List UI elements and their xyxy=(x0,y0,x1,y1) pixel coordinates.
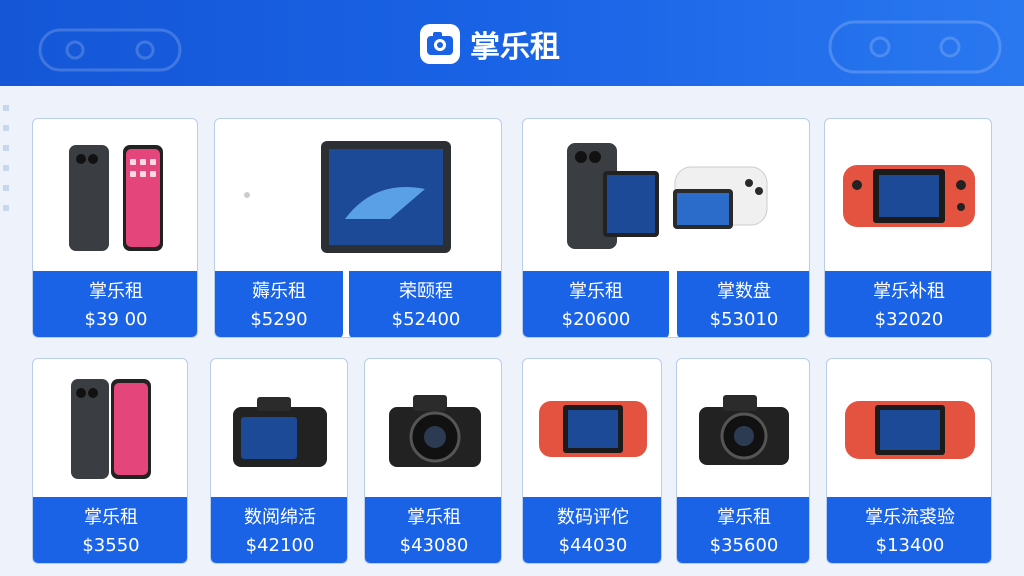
price-tile: 掌乐租 $20600 xyxy=(523,271,669,337)
product-price: $39 00 xyxy=(84,309,148,330)
product-card[interactable]: 掌乐租 $3550 xyxy=(32,358,188,564)
game-controller-icon xyxy=(567,143,768,249)
product-price: $32020 xyxy=(874,309,944,330)
product-title: 掌乐租 xyxy=(84,507,138,528)
product-card[interactable]: 薅乐租 $5290 荣颐程 $52400 xyxy=(214,118,502,338)
product-title: 掌数盘 xyxy=(717,281,771,302)
product-price: $20600 xyxy=(561,309,631,330)
camera-icon xyxy=(389,395,481,467)
camera-logo-icon xyxy=(420,24,460,64)
handheld-console-icon xyxy=(539,401,647,457)
camera-icon xyxy=(699,395,789,465)
product-price: $13400 xyxy=(875,535,945,556)
brand[interactable]: 掌乐租 xyxy=(420,22,560,66)
price-tile: 荣颐程 $52400 xyxy=(349,271,501,337)
smartphone-icon xyxy=(69,145,163,251)
product-price: $3550 xyxy=(82,535,140,556)
price-tile: 掌乐租 $3550 xyxy=(33,497,187,563)
price-tile: 掌乐租 $43080 xyxy=(365,497,501,563)
camera-icon xyxy=(233,397,327,467)
product-title: 荣颐程 xyxy=(399,281,453,302)
price-tile: 数码评佗 $44030 xyxy=(523,497,661,563)
price-tile: 掌乐租 $35600 xyxy=(677,497,809,563)
product-card[interactable]: 掌乐租 $43080 xyxy=(364,358,502,564)
product-price: $43080 xyxy=(399,535,469,556)
price-tile: 数阅绵活 $42100 xyxy=(211,497,347,563)
product-card[interactable]: 掌乐流裘验 $13400 xyxy=(826,358,992,564)
product-title: 掌乐流裘验 xyxy=(865,507,955,528)
product-price: $35600 xyxy=(709,535,779,556)
price-tile: 掌数盘 $53010 xyxy=(677,271,809,337)
handheld-console-icon xyxy=(845,401,975,459)
product-title: 掌乐租 xyxy=(89,281,143,302)
decor-dots xyxy=(3,105,9,211)
price-tile: 薅乐租 $5290 xyxy=(215,271,343,337)
header-bar: 掌乐租 xyxy=(0,0,1024,86)
price-tile: 掌乐租 $39 00 xyxy=(33,271,197,337)
price-tile: 掌乐流裘验 $13400 xyxy=(827,497,991,563)
controller-deco-icon xyxy=(38,28,182,72)
product-title: 数阅绵活 xyxy=(244,507,316,528)
product-price: $53010 xyxy=(709,309,779,330)
brand-name: 掌乐租 xyxy=(470,30,560,65)
product-title: 掌乐租 xyxy=(407,507,461,528)
handheld-console-icon xyxy=(843,165,975,227)
product-price: $42100 xyxy=(245,535,315,556)
smartphone-icon xyxy=(71,379,151,479)
product-title: 薅乐租 xyxy=(252,281,306,302)
price-tile: 掌乐补租 $32020 xyxy=(825,271,991,337)
product-card[interactable]: 数码评佗 $44030 xyxy=(522,358,662,564)
product-price: $5290 xyxy=(250,309,308,330)
gamepad-deco-icon xyxy=(828,20,1002,74)
product-card[interactable]: 掌乐租 $39 00 xyxy=(32,118,198,338)
product-price: $52400 xyxy=(391,309,461,330)
product-price: $44030 xyxy=(558,535,628,556)
product-card[interactable]: 掌乐补租 $32020 xyxy=(824,118,992,338)
product-title: 数码评佗 xyxy=(557,507,629,528)
product-title: 掌乐补租 xyxy=(873,281,945,302)
product-card[interactable]: 数阅绵活 $42100 xyxy=(210,358,348,564)
tablet-icon xyxy=(244,141,451,253)
product-title: 掌乐租 xyxy=(569,281,623,302)
product-title: 掌乐租 xyxy=(717,507,771,528)
product-card[interactable]: 掌乐租 $35600 xyxy=(676,358,810,564)
product-card[interactable]: 掌乐租 $20600 掌数盘 $53010 xyxy=(522,118,810,338)
